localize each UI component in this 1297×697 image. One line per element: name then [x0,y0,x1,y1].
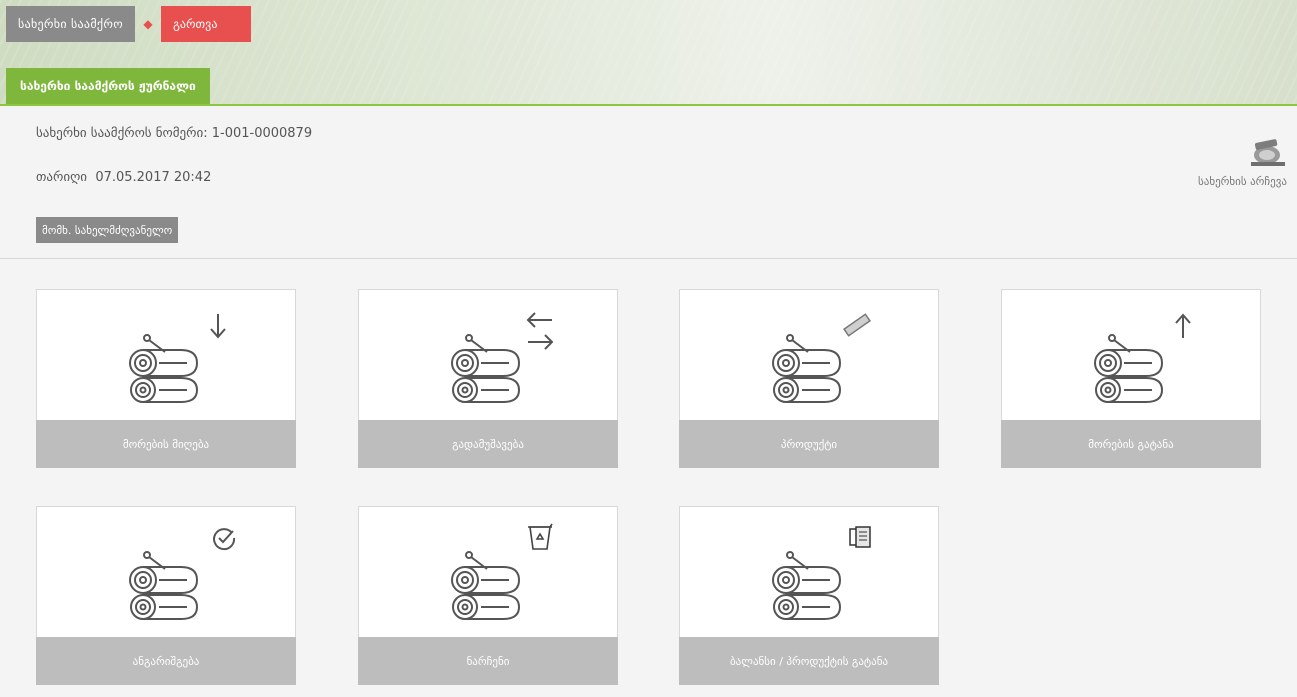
sawmill-select[interactable]: სახერხის არჩევა [1157,133,1287,188]
workshop-number-line: სახერხი საამქროს ნომერი: 1-001-0000879 [36,126,312,141]
date-label: თარიღი [36,170,88,185]
tile-label: ბალანსი / პროდუქტის გატანა [679,637,939,685]
arrow-left-icon: ◆ [143,17,153,31]
header-banner: სახერხი საამქრო ◆ გართვა სახერხი საამქრო… [0,0,1297,106]
plank-icon [843,313,871,337]
workshop-number-value: 1-001-0000879 [211,126,313,141]
logs-icon [1094,334,1164,403]
tile-label: მორების გატანა [1001,420,1261,468]
tile-5[interactable]: ანგარიშგება [36,506,296,685]
circular-saw-icon [1251,139,1285,166]
top-nav: სახერხი საამქრო ◆ გართვა [6,6,251,42]
sawmill-select-label: სახერხის არჩევა [1197,175,1287,188]
arrow-down-icon [210,314,226,339]
manual-button[interactable]: მომხ. სახელმძღვანელო [36,217,179,243]
date-value: 07.05.2017 20:42 [95,170,212,185]
arrows-exchange-icon [526,312,554,350]
tile-3[interactable]: პროდუქტი [679,289,939,468]
tile-label: ნარჩენი [358,637,618,685]
check-circle-icon [213,528,236,551]
tile-label: ანგარიშგება [36,637,296,685]
tile-label: პროდუქტი [679,420,939,468]
home-button[interactable]: სახერხი საამქრო [6,6,135,42]
tile-4[interactable]: მორების გატანა [1001,289,1261,468]
tile-2[interactable]: გადამუშავება [358,289,618,468]
tab-journal[interactable]: სახერხი საამქროს ჟურნალი [6,68,210,104]
logs-icon [129,334,199,403]
tile-label: მორების მიღება [36,420,296,468]
tile-7[interactable]: ბალანსი / პროდუქტის გატანა [679,506,939,685]
section-divider [0,258,1297,259]
tile-label: გადამუშავება [358,420,618,468]
logout-button[interactable]: გართვა [160,6,251,42]
documents-icon [849,526,871,548]
logs-icon [451,551,521,620]
date-line: თარიღი 07.05.2017 20:42 [36,170,211,185]
tile-6[interactable]: ნარჩენი [358,506,618,685]
workshop-number-label: სახერხი საამქროს ნომერი: [36,126,208,141]
arrow-up-icon [1175,313,1191,338]
logs-icon [772,551,842,620]
tile-1[interactable]: მორების მიღება [36,289,296,468]
waste-bin-icon [528,523,553,550]
logs-icon [129,551,199,620]
